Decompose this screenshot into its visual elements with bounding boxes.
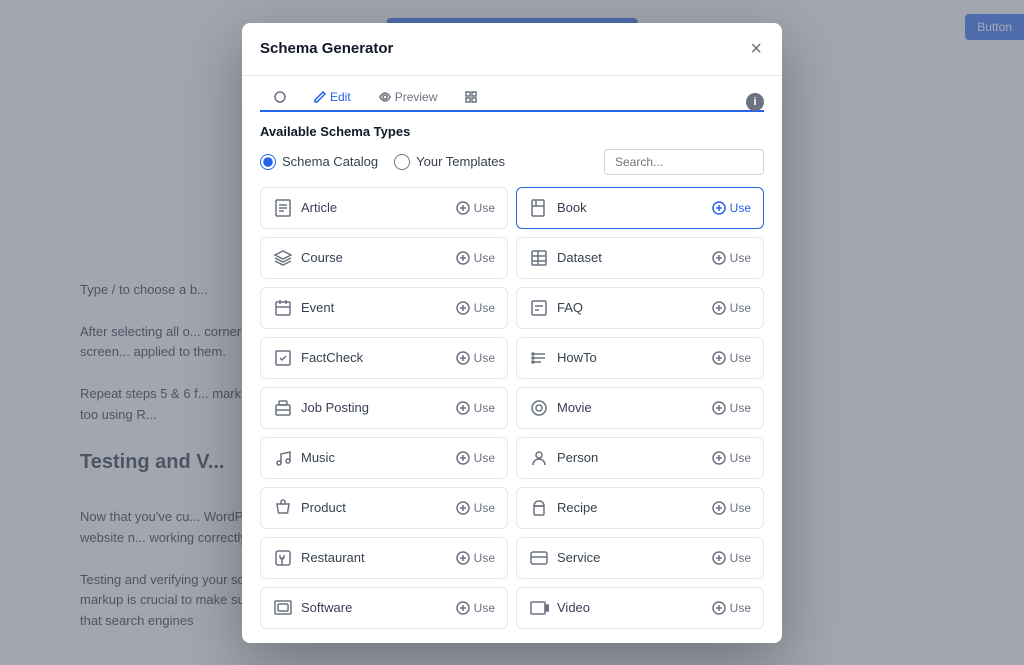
video-use-button[interactable]: Use bbox=[712, 601, 751, 615]
radio-templates-label: Your Templates bbox=[416, 154, 505, 169]
book-icon bbox=[529, 198, 549, 218]
schema-card-course[interactable]: Course Use bbox=[260, 237, 508, 279]
schema-card-person[interactable]: Person Use bbox=[516, 437, 764, 479]
job-posting-use-button[interactable]: Use bbox=[456, 401, 495, 415]
radio-schema-catalog[interactable]: Schema Catalog bbox=[260, 154, 378, 170]
faq-icon bbox=[529, 298, 549, 318]
info-icon[interactable]: i bbox=[746, 93, 764, 111]
modal-body: Edit Preview Available Schema Types bbox=[242, 76, 782, 643]
schema-generator-modal: Schema Generator × Edit Preview bbox=[242, 23, 782, 643]
book-use-button[interactable]: Use bbox=[712, 201, 751, 215]
article-icon bbox=[273, 198, 293, 218]
movie-use-button[interactable]: Use bbox=[712, 401, 751, 415]
modal-title: Schema Generator bbox=[260, 40, 393, 57]
person-label: Person bbox=[557, 450, 598, 465]
faq-label: FAQ bbox=[557, 300, 583, 315]
course-icon bbox=[273, 248, 293, 268]
filter-row: Schema Catalog Your Templates bbox=[260, 149, 764, 175]
schema-card-event[interactable]: Event Use bbox=[260, 287, 508, 329]
music-label: Music bbox=[301, 450, 335, 465]
video-icon bbox=[529, 598, 549, 618]
section-title: Available Schema Types bbox=[260, 124, 764, 139]
radio-catalog-input[interactable] bbox=[260, 154, 276, 170]
software-use-button[interactable]: Use bbox=[456, 601, 495, 615]
schema-card-product[interactable]: Product Use bbox=[260, 487, 508, 529]
close-button[interactable]: × bbox=[748, 37, 764, 61]
product-use-button[interactable]: Use bbox=[456, 501, 495, 515]
schema-card-music[interactable]: Music Use bbox=[260, 437, 508, 479]
recipe-label: Recipe bbox=[557, 500, 597, 515]
howto-use-button[interactable]: Use bbox=[712, 351, 751, 365]
person-icon bbox=[529, 448, 549, 468]
dataset-use-button[interactable]: Use bbox=[712, 251, 751, 265]
modal-overlay: Schema Generator × Edit Preview bbox=[0, 0, 1024, 665]
radio-catalog-label: Schema Catalog bbox=[282, 154, 378, 169]
howto-icon bbox=[529, 348, 549, 368]
schema-section: Available Schema Types Schema Catalog Yo… bbox=[260, 112, 764, 643]
service-label: Service bbox=[557, 550, 600, 565]
service-icon bbox=[529, 548, 549, 568]
dataset-icon bbox=[529, 248, 549, 268]
schema-card-article[interactable]: Article Use bbox=[260, 187, 508, 229]
tab-bar: Edit Preview bbox=[260, 76, 764, 112]
recipe-icon bbox=[529, 498, 549, 518]
schema-card-faq[interactable]: FAQ Use bbox=[516, 287, 764, 329]
tab-grid[interactable] bbox=[451, 85, 491, 111]
tab-circle[interactable] bbox=[260, 85, 300, 111]
search-input[interactable] bbox=[604, 149, 764, 175]
schema-card-job-posting[interactable]: Job Posting Use bbox=[260, 387, 508, 429]
movie-label: Movie bbox=[557, 400, 592, 415]
event-label: Event bbox=[301, 300, 334, 315]
dataset-label: Dataset bbox=[557, 250, 602, 265]
modal-header: Schema Generator × bbox=[242, 23, 782, 76]
article-use-button[interactable]: Use bbox=[456, 201, 495, 215]
radio-templates-input[interactable] bbox=[394, 154, 410, 170]
book-label: Book bbox=[557, 200, 587, 215]
music-use-button[interactable]: Use bbox=[456, 451, 495, 465]
howto-label: HowTo bbox=[557, 350, 597, 365]
schema-card-factcheck[interactable]: FactCheck Use bbox=[260, 337, 508, 379]
person-use-button[interactable]: Use bbox=[712, 451, 751, 465]
factcheck-label: FactCheck bbox=[301, 350, 363, 365]
software-label: Software bbox=[301, 600, 352, 615]
article-label: Article bbox=[301, 200, 337, 215]
radio-group: Schema Catalog Your Templates bbox=[260, 154, 505, 170]
schema-card-video[interactable]: Video Use bbox=[516, 587, 764, 629]
restaurant-use-button[interactable]: Use bbox=[456, 551, 495, 565]
schema-card-book[interactable]: Book Use bbox=[516, 187, 764, 229]
product-icon bbox=[273, 498, 293, 518]
factcheck-icon bbox=[273, 348, 293, 368]
schema-card-service[interactable]: Service Use bbox=[516, 537, 764, 579]
event-use-button[interactable]: Use bbox=[456, 301, 495, 315]
schema-card-howto[interactable]: HowTo Use bbox=[516, 337, 764, 379]
restaurant-label: Restaurant bbox=[301, 550, 365, 565]
radio-your-templates[interactable]: Your Templates bbox=[394, 154, 505, 170]
product-label: Product bbox=[301, 500, 346, 515]
factcheck-use-button[interactable]: Use bbox=[456, 351, 495, 365]
recipe-use-button[interactable]: Use bbox=[712, 501, 751, 515]
schema-grid: Article Use Book bbox=[260, 187, 764, 641]
movie-icon bbox=[529, 398, 549, 418]
restaurant-icon bbox=[273, 548, 293, 568]
event-icon bbox=[273, 298, 293, 318]
video-label: Video bbox=[557, 600, 590, 615]
schema-card-movie[interactable]: Movie Use bbox=[516, 387, 764, 429]
service-use-button[interactable]: Use bbox=[712, 551, 751, 565]
schema-card-dataset[interactable]: Dataset Use bbox=[516, 237, 764, 279]
schema-card-software[interactable]: Software Use bbox=[260, 587, 508, 629]
tab-preview[interactable]: Preview bbox=[365, 84, 452, 112]
tab-edit[interactable]: Edit bbox=[300, 84, 365, 112]
jobposting-icon bbox=[273, 398, 293, 418]
course-label: Course bbox=[301, 250, 343, 265]
music-icon bbox=[273, 448, 293, 468]
schema-card-restaurant[interactable]: Restaurant Use bbox=[260, 537, 508, 579]
course-use-button[interactable]: Use bbox=[456, 251, 495, 265]
faq-use-button[interactable]: Use bbox=[712, 301, 751, 315]
schema-card-recipe[interactable]: Recipe Use bbox=[516, 487, 764, 529]
software-icon bbox=[273, 598, 293, 618]
job-posting-label: Job Posting bbox=[301, 400, 369, 415]
